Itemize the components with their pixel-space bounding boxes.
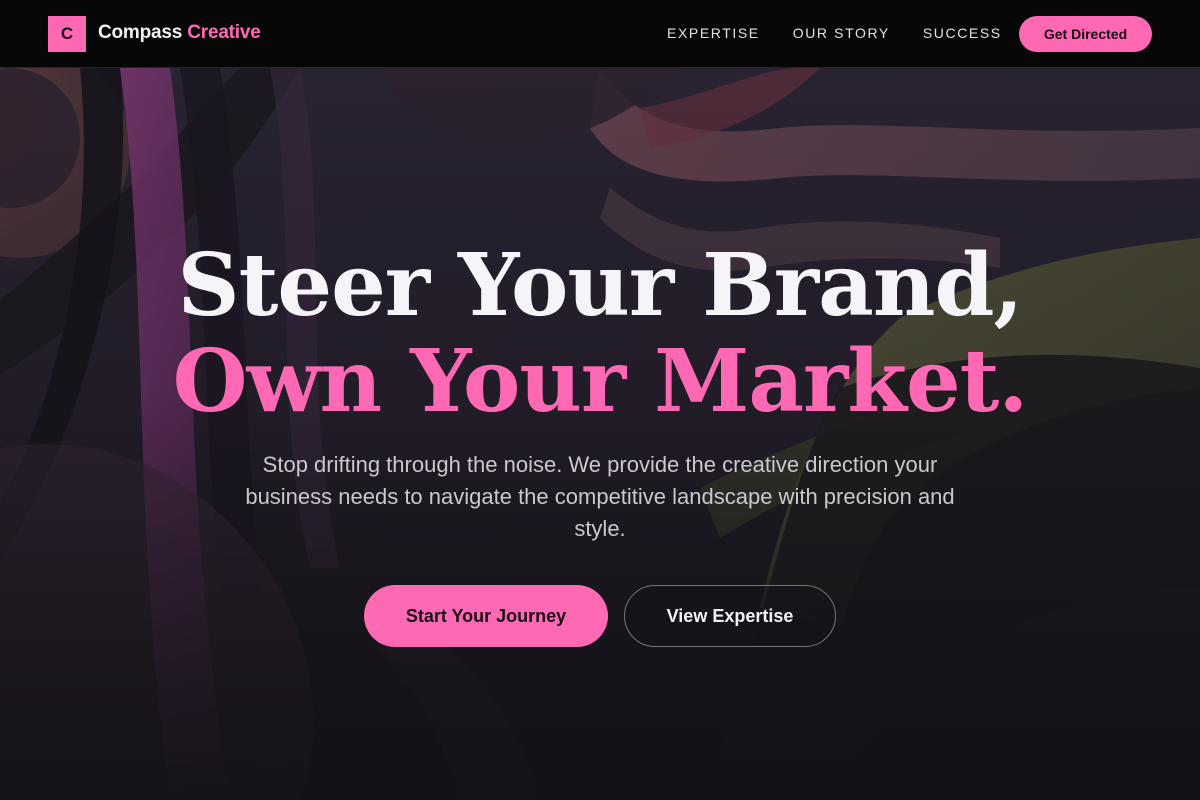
top-navigation-bar: C Compass Creative EXPERTISE OUR STORY S…: [0, 0, 1200, 68]
hero-section: Steer Your Brand, Own Your Market. Stop …: [0, 68, 1200, 800]
hero-headline: Steer Your Brand, Own Your Market.: [0, 238, 1200, 430]
brand-name[interactable]: Compass Creative: [98, 22, 261, 44]
hero-headline-line2: Own Your Market.: [172, 331, 1029, 432]
logo-mark[interactable]: C: [48, 16, 86, 52]
start-your-journey-button[interactable]: Start Your Journey: [364, 585, 608, 647]
nav-link-success[interactable]: SUCCESS: [923, 25, 1002, 41]
get-directed-button[interactable]: Get Directed: [1019, 16, 1152, 52]
view-expertise-button[interactable]: View Expertise: [624, 585, 836, 647]
nav-link-expertise[interactable]: EXPERTISE: [667, 25, 760, 41]
brand-name-primary: Compass: [98, 22, 183, 43]
landing-page: C Compass Creative EXPERTISE OUR STORY S…: [0, 0, 1200, 800]
brand-name-accent: Creative: [187, 22, 261, 43]
nav-link-our-story[interactable]: OUR STORY: [793, 25, 890, 41]
nav-links: EXPERTISE OUR STORY SUCCESS: [667, 25, 1002, 41]
hero-subtext: Stop drifting through the noise. We prov…: [245, 452, 955, 541]
hero-headline-line1: Steer Your Brand,: [177, 235, 1024, 336]
